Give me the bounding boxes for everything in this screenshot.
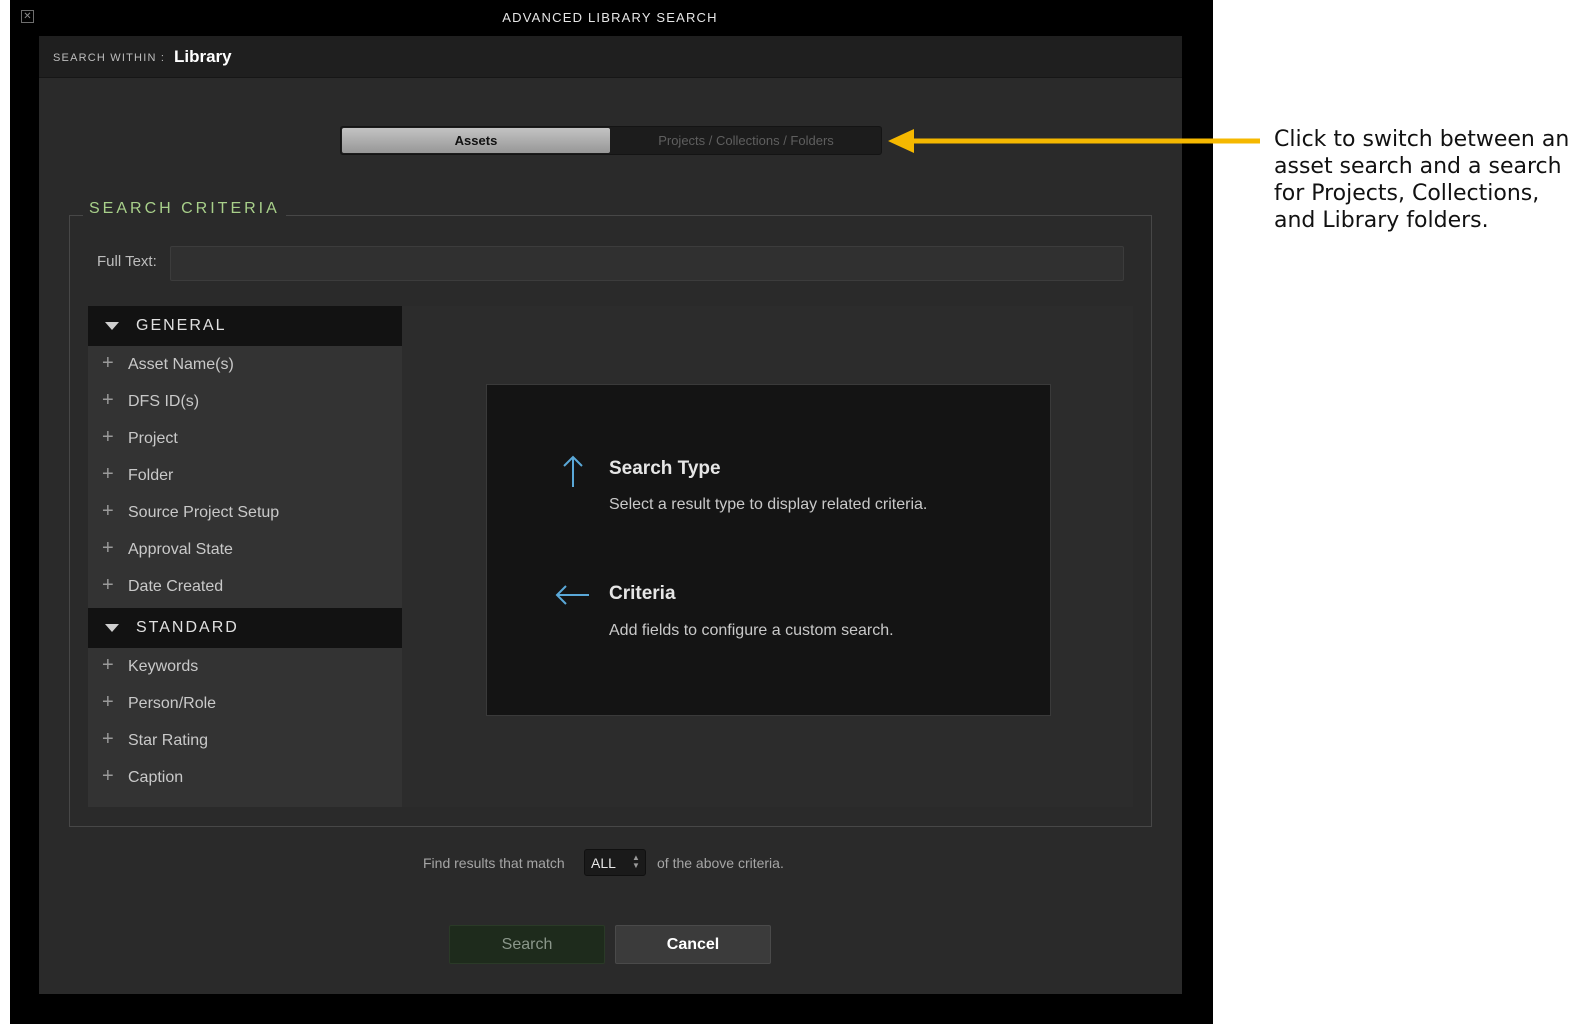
field-item-asset-names[interactable]: + Asset Name(s) [88,346,402,383]
plus-icon: + [102,537,114,559]
field-item-project[interactable]: + Project [88,420,402,457]
field-label: Star Rating [128,732,209,749]
plus-icon: + [102,654,114,676]
search-within-value: Library [174,47,232,66]
field-label: Source Project Setup [128,504,280,521]
search-type-assets[interactable]: Assets [342,128,610,153]
plus-icon: + [102,500,114,522]
plus-icon: + [102,352,114,374]
match-suffix-text: of the above criteria. [657,855,784,871]
page: ✕ ADVANCED LIBRARY SEARCH SEARCH WITHIN … [0,0,1580,1032]
field-label: Project [128,430,178,447]
criteria-fields-list: GENERAL + Asset Name(s) + DFS ID(s) + Pr… [88,306,402,807]
up-down-stepper-icon: ▲ ▼ [632,853,640,870]
criteria-description: Add fields to configure a custom search. [609,622,894,639]
full-text-label: Full Text: [97,253,157,270]
field-label: Approval State [128,541,233,558]
advanced-search-dialog: SEARCH WITHIN : Library Assets Projects … [39,36,1182,994]
plus-icon: + [102,728,114,750]
criteria-info-pane: Search Type Select a result type to disp… [402,306,1133,807]
field-item-folder[interactable]: + Folder [88,457,402,494]
field-item-source-project-setup[interactable]: + Source Project Setup [88,494,402,531]
field-item-dfs-ids[interactable]: + DFS ID(s) [88,383,402,420]
field-label: DFS ID(s) [128,393,200,410]
field-item-caption[interactable]: + Caption [88,759,402,796]
plus-icon: + [102,463,114,485]
full-text-input[interactable] [170,246,1124,281]
cancel-button[interactable]: Cancel [615,925,771,964]
group-header-standard[interactable]: STANDARD [88,608,402,648]
field-label: Keywords [128,658,199,675]
field-label: Caption [128,769,184,786]
field-item-date-created[interactable]: + Date Created [88,568,402,605]
group-header-general[interactable]: GENERAL [88,306,402,346]
search-type-description: Select a result type to display related … [609,496,928,513]
search-button[interactable]: Search [449,925,605,964]
criteria-title: Criteria [609,583,676,604]
arrow-up-icon [563,455,583,487]
collapse-triangle-icon [105,322,119,330]
match-prefix-text: Find results that match [423,855,565,871]
search-type-projects-collections-folders[interactable]: Projects / Collections / Folders [611,128,881,153]
search-criteria-legend: SEARCH CRITERIA [83,200,286,218]
plus-icon: + [102,691,114,713]
search-within-label: SEARCH WITHIN : [53,52,166,64]
search-type-title: Search Type [609,458,721,479]
arrow-left-icon [555,585,589,605]
window-title: ADVANCED LIBRARY SEARCH [502,10,718,25]
field-label: Asset Name(s) [128,356,234,373]
field-label: Date Created [128,578,224,595]
field-item-keywords[interactable]: + Keywords [88,648,402,685]
plus-icon: + [102,389,114,411]
info-card: Search Type Select a result type to disp… [486,384,1051,716]
group-label-general: GENERAL [136,317,227,334]
field-label: Folder [128,467,174,484]
plus-icon: + [102,765,114,787]
plus-icon: + [102,426,114,448]
group-label-standard: STANDARD [136,619,239,636]
search-type-toggle: Assets Projects / Collections / Folders [340,126,882,155]
match-mode-value: ALL [591,855,616,871]
field-item-person-role[interactable]: + Person/Role [88,685,402,722]
annotation-arrow-icon [888,129,1260,153]
field-item-approval-state[interactable]: + Approval State [88,531,402,568]
collapse-triangle-icon [105,624,119,632]
dialog-header: SEARCH WITHIN : Library [39,36,1182,78]
field-label: Person/Role [128,695,217,712]
annotation-text: Click to switch between an asset search … [1274,127,1570,233]
match-mode-select[interactable]: ALL ▲ ▼ [584,849,646,876]
field-item-star-rating[interactable]: + Star Rating [88,722,402,759]
plus-icon: + [102,574,114,596]
